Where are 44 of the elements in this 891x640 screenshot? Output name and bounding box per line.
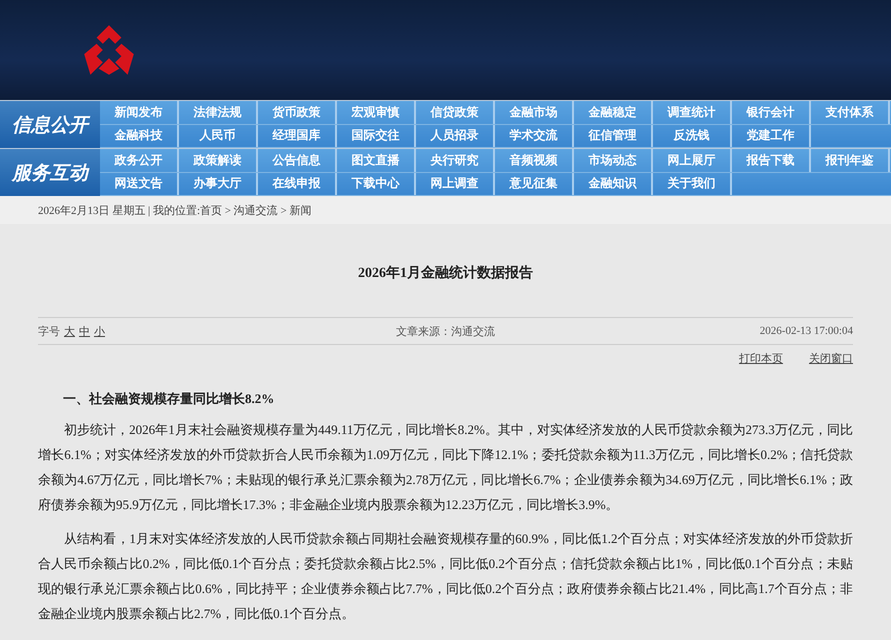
nav-link[interactable]: 宏观审慎 xyxy=(337,101,416,124)
nav-link[interactable]: 政务公开 xyxy=(100,149,179,172)
nav-link[interactable]: 政策解读 xyxy=(179,149,258,172)
nav-link[interactable]: 学术交流 xyxy=(495,124,574,147)
nav-link[interactable]: 货币政策 xyxy=(258,101,337,124)
breadcrumb: 2026年2月13日 星期五 | 我的位置:首页 > 沟通交流 > 新闻 xyxy=(38,204,312,218)
nav-link[interactable]: 征信管理 xyxy=(574,124,653,147)
nav-link[interactable]: 金融科技 xyxy=(100,124,179,147)
nav-link[interactable]: 网上展厅 xyxy=(653,149,732,172)
nav-link[interactable]: 信贷政策 xyxy=(416,101,495,124)
font-size-link[interactable]: 大 xyxy=(64,324,75,338)
article-title: 2026年1月金融统计数据报告 xyxy=(357,264,534,283)
nav-link[interactable]: 公告信息 xyxy=(258,149,337,172)
nav-section-title: 信息公开 xyxy=(0,101,100,148)
publish-datetime: 2026-02-13 17:00:04 xyxy=(758,325,853,337)
nav-link[interactable]: 金融市场 xyxy=(495,101,574,124)
font-size-label: 字号 xyxy=(38,324,60,338)
font-size-link[interactable]: 中 xyxy=(79,324,90,338)
nav-link[interactable]: 经理国库 xyxy=(258,124,337,147)
nav-link[interactable]: 法律法规 xyxy=(179,101,258,124)
nav-link[interactable]: 报刊年鉴 xyxy=(811,149,890,172)
paragraph: 初步统计，2026年1月末社会融资规模存量为449.11万亿元，同比增长8.2%。其中，对实体经济发放的人民币贷款余额为273.3万亿元，同比增长6.1%；对实体经济发放的外币贷款折合人民币余额为1.09万亿元，同比下降12.1%；委托贷款余额为11.3万亿元，同比增长0.2%；信托贷款余额为4.67万亿元，同比增长7%；未贴现的银行承兑汇票余额为2.78万亿元，同比增长6.7%；企业债券余额为34.69万亿元，同比增长6.1%；政府债券余额为95.9万亿元，同比增长17.3%；非金融企业境内股票余额为12.23万亿元，同比增长3.9%。 xyxy=(38,421,853,514)
nav-link[interactable]: 央行研究 xyxy=(416,149,495,172)
nav-link[interactable]: 新闻发布 xyxy=(100,101,179,124)
nav-link[interactable]: 党建工作 xyxy=(732,124,811,147)
nav-link[interactable]: 人民币 xyxy=(179,124,258,147)
nav-link[interactable]: 人员招录 xyxy=(416,124,495,147)
article-source: 文章来源：沟通交流 xyxy=(396,324,495,338)
font-size-link[interactable]: 小 xyxy=(94,324,105,338)
section-heading: 一、社会融资规模存量同比增长8.2% xyxy=(63,390,276,408)
paragraph: 从结构看，1月末对实体经济发放的人民币贷款余额占同期社会融资规模存量的60.9%，同比低1.2个百分点；对实体经济发放的外币贷款折合人民币余额占比0.2%，同比低0.1个百分点；委托贷款余额占比2.5%，同比低0.2个百分点；信托贷款余额占比1%，同比低0.1个百分点；未贴现的银行承兑汇票余额占比0.6%，同比持平；企业债券余额占比7.7%，同比低0.2个百分点；政府债券余额占比21.4%，同比高1.7个百分点；非金融企业境内股票余额占比2.7%，同比低0.1个百分点。 xyxy=(38,530,853,623)
nav-section-title: 服务互动 xyxy=(0,149,100,196)
nav-link[interactable]: 支付体系 xyxy=(811,101,890,124)
action-link[interactable]: 关闭窗口 xyxy=(809,351,853,366)
nav-link[interactable]: 图文直播 xyxy=(337,149,416,172)
nav-link[interactable]: 报告下载 xyxy=(732,149,811,172)
nav-link[interactable]: 国际交往 xyxy=(337,124,416,147)
nav-link[interactable]: 反洗钱 xyxy=(653,124,732,147)
nav-link[interactable]: 金融稳定 xyxy=(574,101,653,124)
nav-link[interactable]: 音频视频 xyxy=(495,149,574,172)
nav-link[interactable]: 市场动态 xyxy=(574,149,653,172)
nav-link[interactable]: 银行会计 xyxy=(732,101,811,124)
action-link[interactable]: 打印本页 xyxy=(739,351,783,366)
nav-link[interactable]: 调查统计 xyxy=(653,101,732,124)
